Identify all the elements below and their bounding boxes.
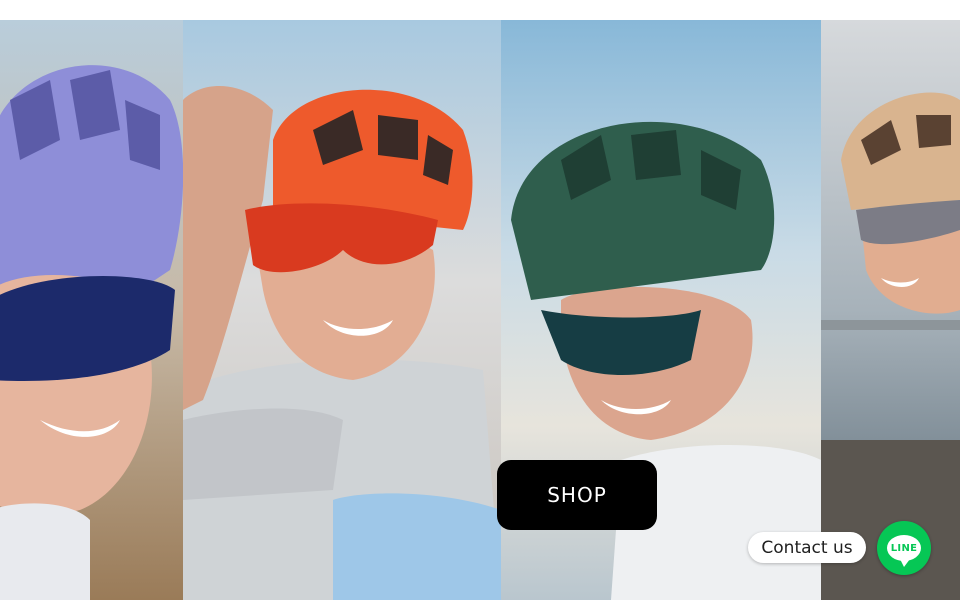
line-logo-text: LINE (890, 542, 918, 554)
hero-image-gallery (0, 20, 960, 600)
shop-button[interactable]: SHOP (497, 460, 657, 530)
rider-orange-helmet-image (183, 20, 501, 600)
rider-lavender-helmet-image (0, 20, 183, 600)
hero-panel-rider-orange-helmet[interactable] (183, 20, 501, 600)
hero-panel-rider-beige-helmet[interactable] (821, 20, 960, 600)
rider-beige-helmet-image (821, 20, 960, 600)
contact-us-label[interactable]: Contact us (748, 532, 866, 563)
line-chat-button[interactable]: LINE (877, 521, 931, 575)
line-chat-icon: LINE (887, 535, 921, 567)
top-white-strip (0, 0, 960, 20)
hero-panel-rider-lavender-helmet[interactable] (0, 20, 183, 600)
